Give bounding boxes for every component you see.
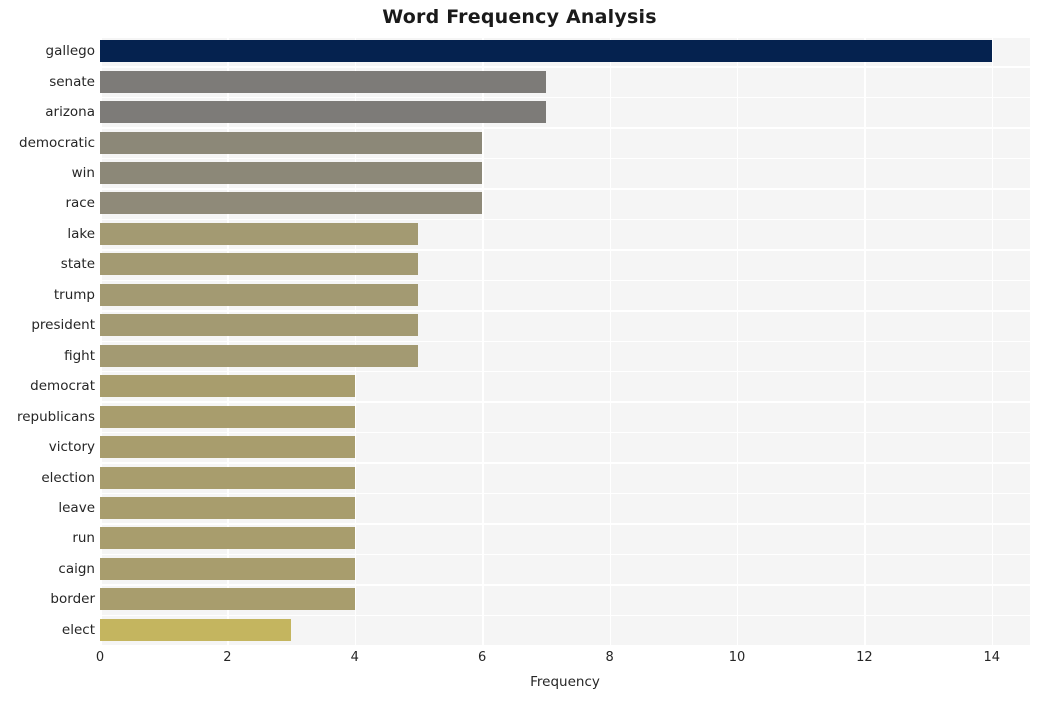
y-gridline bbox=[100, 614, 1030, 617]
bar-election bbox=[100, 466, 355, 489]
x-tick-label: 14 bbox=[983, 650, 1001, 665]
y-tick-label: democratic bbox=[19, 134, 95, 151]
y-tick-label: leave bbox=[58, 499, 95, 516]
x-tick-label: 4 bbox=[350, 650, 359, 665]
bar-senate bbox=[100, 70, 546, 93]
y-tick-label: fight bbox=[64, 347, 95, 364]
y-gridline bbox=[100, 66, 1030, 68]
bar-win bbox=[100, 162, 483, 185]
chart-title: Word Frequency Analysis bbox=[382, 6, 657, 28]
y-tick-label: democrat bbox=[30, 378, 95, 395]
y-tick-label: border bbox=[50, 591, 95, 608]
bar-arizona bbox=[100, 101, 546, 124]
bar-democrat bbox=[100, 375, 355, 398]
x-tick-label: 2 bbox=[223, 650, 232, 665]
x-axis-tick-labels: 0 2 4 6 8 10 12 14 bbox=[0, 650, 1039, 670]
y-gridline bbox=[100, 36, 1030, 38]
bar-victory bbox=[100, 436, 355, 459]
x-tick-label: 0 bbox=[95, 650, 105, 665]
y-tick-label: republicans bbox=[16, 408, 95, 425]
y-tick-label: trump bbox=[53, 286, 95, 303]
bar-elect bbox=[100, 618, 292, 641]
y-gridline bbox=[100, 279, 1030, 282]
bar-republicans bbox=[100, 405, 355, 428]
y-tick-label: lake bbox=[67, 225, 95, 242]
y-tick-label: election bbox=[41, 469, 95, 486]
bar-race bbox=[100, 192, 483, 215]
x-tick-label: 10 bbox=[728, 650, 746, 665]
y-tick-label: race bbox=[65, 195, 95, 212]
y-gridline bbox=[100, 127, 1030, 129]
y-gridline bbox=[100, 96, 1030, 99]
y-tick-label: caign bbox=[58, 560, 95, 577]
x-tick-label: 12 bbox=[856, 650, 873, 665]
y-gridline bbox=[100, 157, 1030, 160]
y-tick-label: president bbox=[31, 317, 95, 334]
bar-run bbox=[100, 527, 355, 550]
x-tick-label: 6 bbox=[478, 650, 487, 665]
y-gridline bbox=[100, 492, 1030, 495]
bar-leave bbox=[100, 496, 355, 519]
chart-figure: Word Frequency Analysis gallego senate ari… bbox=[0, 0, 1039, 701]
y-gridline bbox=[100, 431, 1030, 434]
y-gridline bbox=[100, 553, 1030, 556]
y-gridline bbox=[100, 523, 1030, 525]
bar-state bbox=[100, 253, 419, 276]
bar-border bbox=[100, 588, 355, 611]
y-tick-label: state bbox=[60, 256, 95, 273]
y-gridline bbox=[100, 401, 1030, 403]
bar-gallego bbox=[100, 40, 992, 63]
bar-president bbox=[100, 314, 419, 337]
y-gridline bbox=[100, 370, 1030, 373]
y-tick-label: elect bbox=[61, 621, 95, 638]
y-axis-labels: gallego senate arizona democratic win race lak… bbox=[0, 36, 95, 645]
y-gridline bbox=[100, 340, 1030, 342]
bar-caign bbox=[100, 557, 355, 580]
y-gridline bbox=[100, 249, 1030, 251]
y-tick-label: senate bbox=[49, 73, 95, 90]
y-gridline bbox=[100, 188, 1030, 190]
bar-fight bbox=[100, 344, 419, 367]
y-tick-label: win bbox=[71, 165, 95, 182]
y-gridline bbox=[100, 584, 1030, 586]
x-axis-title: Frequency bbox=[530, 674, 600, 690]
bar-democratic bbox=[100, 131, 483, 154]
y-tick-label: victory bbox=[48, 439, 95, 456]
y-tick-label: run bbox=[72, 530, 95, 547]
plot-area bbox=[100, 36, 1030, 645]
y-tick-label: arizona bbox=[45, 104, 95, 121]
y-gridline bbox=[100, 310, 1030, 312]
bar-trump bbox=[100, 283, 419, 306]
x-tick-label: 8 bbox=[605, 650, 614, 665]
y-tick-label: gallego bbox=[45, 43, 95, 60]
y-gridline bbox=[100, 462, 1030, 464]
y-gridline bbox=[100, 218, 1030, 221]
bar-lake bbox=[100, 222, 419, 245]
